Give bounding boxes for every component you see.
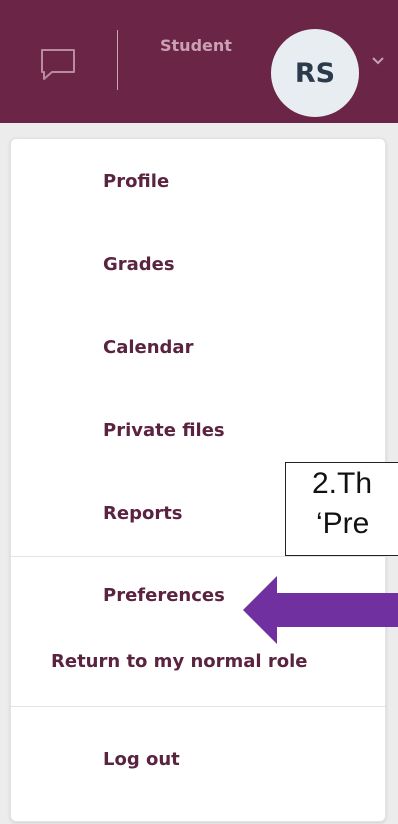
annotation-callout: 2.Th ‘Pre: [285, 462, 398, 556]
menu-item-preferences[interactable]: Preferences: [103, 585, 225, 606]
top-navigation-bar: Student RS: [0, 0, 398, 123]
role-label: Student: [160, 36, 232, 55]
menu-item-private-files[interactable]: Private files: [103, 420, 225, 441]
annotation-line-2: ‘Pre: [316, 507, 370, 540]
menu-item-reports[interactable]: Reports: [103, 503, 183, 524]
menu-divider: [11, 706, 385, 707]
avatar[interactable]: RS: [271, 29, 359, 117]
menu-item-profile[interactable]: Profile: [103, 171, 169, 192]
chat-bubble-icon[interactable]: [36, 44, 80, 84]
menu-item-calendar[interactable]: Calendar: [103, 337, 193, 358]
annotation-line-1: 2.Th: [312, 467, 373, 500]
menu-divider: [11, 556, 385, 557]
menu-item-return-to-normal-role[interactable]: Return to my normal role: [51, 651, 307, 672]
header-divider: [117, 30, 118, 90]
chevron-down-icon[interactable]: [368, 54, 388, 68]
menu-item-grades[interactable]: Grades: [103, 254, 175, 275]
menu-item-log-out[interactable]: Log out: [103, 749, 180, 770]
